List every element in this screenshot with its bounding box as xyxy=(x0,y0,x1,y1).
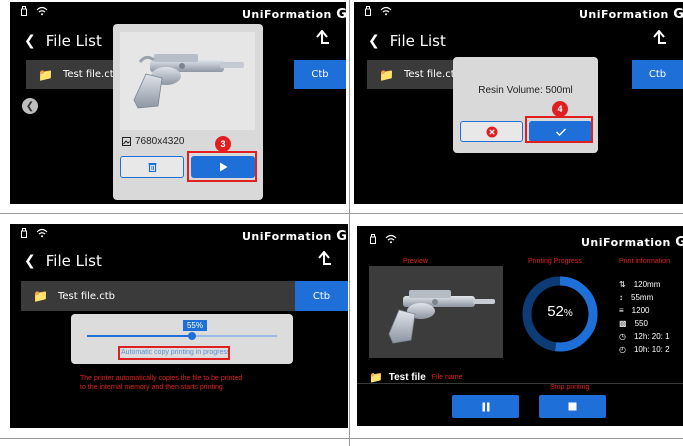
progress-percent: 52% xyxy=(518,303,602,320)
ctb-button[interactable]: Ctb xyxy=(632,60,683,89)
separator xyxy=(357,383,683,384)
height-icon: ⇅ xyxy=(619,280,626,289)
pause-icon xyxy=(482,402,489,411)
copy-progress-fill xyxy=(87,335,192,337)
stop-button[interactable] xyxy=(539,395,606,418)
wifi-icon xyxy=(385,234,397,244)
horizontal-divider xyxy=(0,213,683,214)
info-time-left: ◴ 10h: 10: 2 xyxy=(619,345,670,354)
screen-file-preview: UniFormation GKtwo ❮ File List 📁 Test fi… xyxy=(10,2,346,204)
progress-percent-label: 55% xyxy=(183,320,207,331)
status-bar xyxy=(369,234,397,244)
stop-icon xyxy=(568,402,577,411)
back-icon[interactable]: ❮ xyxy=(24,33,36,49)
status-bar xyxy=(20,228,48,238)
return-up-icon[interactable] xyxy=(314,30,330,48)
annotation-note-line-1: The printer automatically copies the fil… xyxy=(80,375,243,382)
resin-icon: ▩ xyxy=(619,319,627,328)
screen-copy-progress: UniFormation GKtwo ❮ File List 📁 Test fi… xyxy=(10,224,348,428)
page-title: File List xyxy=(45,252,102,270)
info-time-elapsed: ◷ 12h: 20: 1 xyxy=(619,332,670,341)
file-name: Test file xyxy=(388,372,426,383)
info-layer-height: ↕ 55mm xyxy=(619,293,654,302)
return-up-icon[interactable] xyxy=(316,251,332,269)
annotation-box-confirm xyxy=(525,116,593,143)
copy-progress-knob xyxy=(187,332,196,340)
screen-printing: UniFormation GKtwo Preview Printing Prog… xyxy=(357,226,683,426)
ctb-button[interactable]: Ctb xyxy=(294,60,346,89)
step-badge-3: 3 xyxy=(215,136,231,152)
layers-icon: ≡ xyxy=(619,306,624,315)
page-title: File List xyxy=(389,32,446,50)
annotation-note-line-2: to the internal memory and then starts p… xyxy=(80,384,225,391)
header: ❮ File List xyxy=(24,252,102,270)
print-info-list: ⇅ 120mm ↕ 55mm ≡ 1200 ▩ 550 ◷ 12h: 20: 1 ◴ 10h… xyxy=(619,279,670,355)
header: ❮ File List xyxy=(368,32,446,50)
folder-icon: 📁 xyxy=(33,289,48,303)
info-resin: ▩ 550 xyxy=(619,319,648,328)
annotation-box-status xyxy=(118,346,230,360)
screen-resin-volume: UniFormation GKtwo ❮ File List 📁 Test fi… xyxy=(354,2,683,204)
previous-arrow-icon[interactable]: ❮ xyxy=(22,98,38,114)
return-up-icon[interactable] xyxy=(651,30,667,48)
print-info-label: Print information xyxy=(619,258,670,265)
image-icon xyxy=(122,137,131,146)
revolver-model-image xyxy=(388,290,495,344)
file-row[interactable]: 📁 Test file.ctb xyxy=(21,281,295,311)
usb-icon xyxy=(21,6,27,16)
file-name: Test file.ctb xyxy=(57,290,115,302)
progress-percent-value: 52 xyxy=(547,303,564,320)
header: ❮ File List xyxy=(24,32,102,50)
progress-label: Printing Progress xyxy=(528,258,582,265)
step-badge-4: 4 xyxy=(552,101,568,117)
model-thumbnail xyxy=(120,32,255,130)
page-title: File List xyxy=(45,32,102,50)
file-name: Test file.ctb xyxy=(62,69,120,80)
annotation-box-print xyxy=(187,151,257,182)
usb-icon xyxy=(370,234,376,244)
progress-percent-sign: % xyxy=(563,308,573,319)
annotation-note: The printer automatically copies the fil… xyxy=(80,374,242,392)
cancel-button[interactable] xyxy=(460,121,523,142)
status-bar xyxy=(364,6,392,16)
revolver-model-image xyxy=(133,54,244,109)
folder-icon: 📁 xyxy=(38,67,53,82)
preview-label: Preview xyxy=(403,258,428,265)
info-height: ⇅ 120mm xyxy=(619,280,661,289)
brand-logo: UniFormation GKtwo xyxy=(581,235,683,250)
brand-logo: UniFormation GKtwo xyxy=(242,229,348,244)
status-bar xyxy=(20,6,48,16)
resolution-text: 7680x4320 xyxy=(135,136,185,147)
ctb-button[interactable]: Ctb xyxy=(295,281,348,311)
vertical-divider xyxy=(349,0,350,446)
resolution-info: 7680x4320 xyxy=(122,136,185,147)
layer-height-icon: ↕ xyxy=(619,293,623,302)
bottom-divider xyxy=(0,438,683,439)
trash-icon xyxy=(148,163,156,172)
clock-remaining-icon: ◴ xyxy=(619,345,626,354)
file-name-label: File name xyxy=(431,374,463,381)
stop-printing-label: Stop printing xyxy=(550,384,590,391)
cancel-icon xyxy=(486,126,497,137)
usb-icon xyxy=(21,228,27,238)
wifi-icon xyxy=(380,6,392,16)
folder-icon: 📁 xyxy=(379,67,394,82)
wifi-icon xyxy=(36,228,48,238)
usb-icon xyxy=(365,6,371,16)
preview-thumbnail xyxy=(369,266,503,358)
back-icon[interactable]: ❮ xyxy=(24,253,36,269)
resin-volume-text: Resin Volume: 500ml xyxy=(478,85,573,96)
clock-elapsed-icon: ◷ xyxy=(619,332,626,341)
info-layers: ≡ 1200 xyxy=(619,306,650,315)
brand-logo: UniFormation GKtwo xyxy=(242,7,346,22)
copy-progress-track xyxy=(87,332,277,340)
delete-button[interactable] xyxy=(120,156,184,178)
brand-logo: UniFormation GKtwo xyxy=(579,7,683,22)
wifi-icon xyxy=(36,6,48,16)
pause-button[interactable] xyxy=(452,395,519,418)
back-icon[interactable]: ❮ xyxy=(368,33,380,49)
